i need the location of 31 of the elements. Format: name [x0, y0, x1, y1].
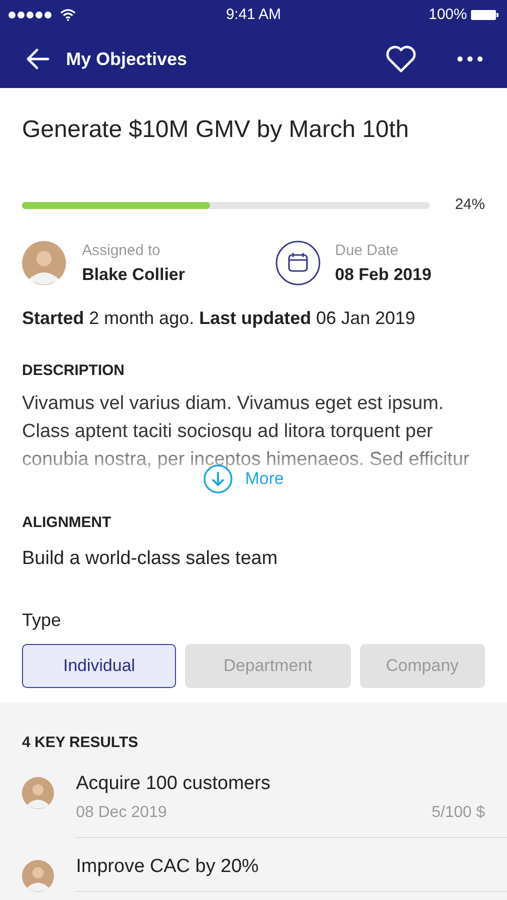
due-date: 08 Feb 2019: [335, 264, 432, 286]
key-result-title: Acquire 100 customers: [76, 772, 272, 794]
more-button[interactable]: [457, 56, 483, 62]
key-results-heading: 4 KEY RESULTS: [22, 733, 140, 753]
objective-title: Generate $10M GMV by March 10th: [22, 115, 410, 145]
key-result-date: 08 Dec 2019: [76, 802, 167, 822]
type-label: Type: [22, 609, 62, 632]
alignment-heading: ALIGNMENT: [22, 513, 112, 533]
nav-title: My Objectives: [66, 48, 188, 71]
assigned-label: Assigned to: [82, 240, 162, 260]
progress-meta: Started 2 month ago. Last updated 06 Jan 2019: [22, 306, 416, 330]
wifi-icon: [60, 9, 76, 21]
key-result-value: 5/100 $: [432, 802, 485, 822]
type-option[interactable]: Individual: [22, 644, 176, 688]
avatar-icon: [22, 776, 54, 808]
calendar-icon: [275, 240, 321, 286]
type-option[interactable]: Company: [360, 644, 485, 688]
assignee-name: Blake Collier: [82, 264, 185, 286]
description-heading: DESCRIPTION: [22, 360, 126, 380]
alignment-text: Build a world-class sales team: [22, 546, 279, 570]
back-button[interactable]: [26, 48, 50, 70]
key-result-title: Improve CAC by 20%: [76, 856, 260, 878]
status-time: 9:41 AM: [226, 4, 282, 25]
type-option[interactable]: Department: [185, 644, 351, 688]
favorite-button[interactable]: [385, 45, 417, 73]
battery-percent: 100%: [428, 4, 467, 25]
avatar-icon: [22, 860, 54, 892]
progress-percent: 24%: [454, 195, 485, 215]
due-label: Due Date: [335, 240, 400, 260]
avatar-icon: [22, 240, 66, 284]
battery-icon: [470, 9, 499, 21]
